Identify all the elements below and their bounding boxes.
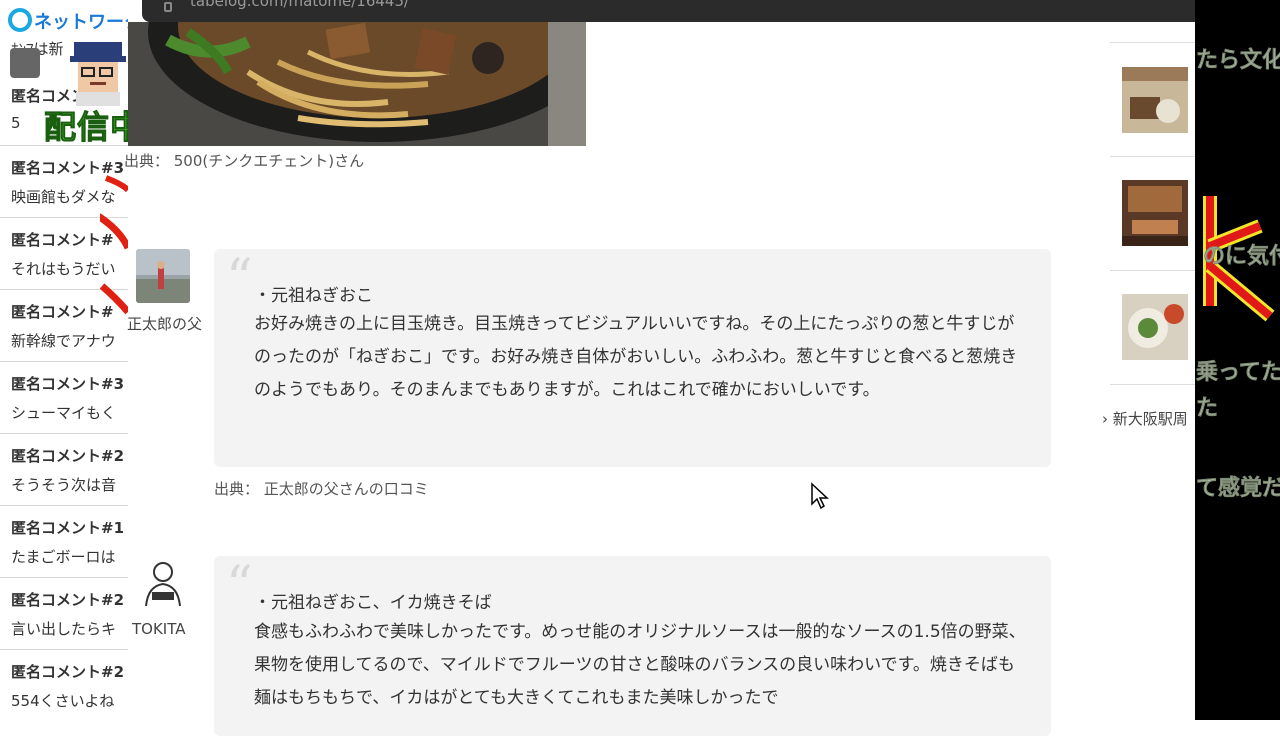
comment-author: 匿名コメント#2 — [11, 663, 125, 681]
comment-panel: ﾎﾝﾏは新 匿名コメント# 5 匿名コメント#3 映画館もダメな 匿名コメント#… — [0, 0, 128, 720]
sidebar-link[interactable]: › 新大阪駅周 — [1102, 408, 1188, 429]
quote-icon: “ — [226, 556, 253, 616]
sidebar-divider — [1110, 42, 1195, 43]
stream-logo: ネットワーク — [4, 4, 128, 36]
overlay-comment: た — [1196, 396, 1219, 422]
comment-text: そうそう次は音 — [11, 476, 117, 494]
user-avatar[interactable] — [136, 556, 190, 610]
streamer-avatar-icon — [70, 42, 126, 106]
review-title: ・元祖ねぎおこ — [254, 286, 373, 306]
live-badge: 配信中 — [43, 108, 128, 147]
review-quote-box: “ ・元祖ねぎおこ お好み焼きの上に目玉焼き。目玉焼きってビジュアルいいですね。… — [214, 249, 1051, 467]
overlay-comment: て感覚だ — [1196, 476, 1280, 502]
user-name[interactable]: TOKITA — [132, 620, 186, 638]
comment-item: 匿名コメント#2 言い出したらキ — [0, 578, 128, 650]
overlay-comment: 乗ってた — [1196, 360, 1280, 386]
sidebar-thumbnail[interactable] — [1122, 67, 1188, 133]
review-title: ・元祖ねぎおこ、イカ焼きそば — [254, 593, 492, 613]
sidebar-divider — [1110, 384, 1195, 385]
sidebar-divider — [1110, 156, 1195, 157]
mouse-cursor-icon — [811, 482, 829, 510]
sidebar-thumbnail[interactable] — [1122, 180, 1188, 246]
comment-text: 5 — [11, 114, 21, 132]
review-body: 食感もふわふわで美味しかったです。めっせ能のオリジナルソースは一般的なソースの1… — [254, 622, 1026, 708]
comment-text: 554くさいよね — [11, 692, 115, 710]
comment-text: シューマイもく — [11, 404, 117, 422]
review-quote-box: “ ・元祖ねぎおこ、イカ焼きそば 食感もふわふわで美味しかったです。めっせ能のオ… — [214, 556, 1051, 736]
comment-author: 匿名コメント# — [11, 231, 114, 249]
user-name[interactable]: 正太郎の父 — [127, 313, 202, 334]
webcam-icon — [10, 48, 40, 78]
review-body: お好み焼きの上に目玉焼き。目玉焼きってビジュアルいいですね。その上にたっぷりの葱… — [254, 314, 1018, 400]
overlay-comment: のに気付 — [1203, 244, 1280, 270]
comment-author: 匿名コメント# — [11, 303, 114, 321]
comment-text: たまごボーロは — [11, 548, 116, 566]
comment-author: 匿名コメント#2 — [11, 447, 125, 465]
sidebar-link-label: 新大阪駅周 — [1112, 410, 1188, 428]
url-text[interactable]: tabelog.com/matome/16445/ — [190, 0, 409, 10]
comment-text: 新幹線でアナウ — [11, 332, 116, 350]
red-swoosh-icon — [100, 175, 128, 315]
logo-text: ネットワーク — [34, 12, 128, 33]
comment-item: 匿名コメント#3 シューマイもく — [0, 362, 128, 434]
comment-item: 匿名コメント#2 そうそう次は音 — [0, 434, 128, 506]
comment-item: 匿名コメント#1 たまごボーロは — [0, 506, 128, 578]
sidebar-thumbnail[interactable] — [1122, 294, 1188, 360]
lock-icon — [164, 2, 172, 12]
comment-author: 匿名コメント#3 — [11, 375, 125, 393]
food-photo — [128, 22, 586, 146]
quote-icon: “ — [226, 249, 253, 309]
comment-author: 匿名コメント#1 — [11, 519, 125, 537]
review-source[interactable]: 出典： 正太郎の父さんの口コミ — [214, 478, 429, 499]
image-caption: 出典： 500(チンクエチェント)さん — [124, 152, 365, 170]
comment-item: 匿名コメント#2 554くさいよね — [0, 650, 128, 720]
logo-ring-icon — [8, 8, 32, 32]
overlay-comment: たら文化 — [1196, 48, 1280, 74]
comment-author: 匿名コメント#2 — [11, 591, 125, 609]
comment-text: 言い出したらキ — [11, 620, 117, 638]
user-avatar[interactable] — [136, 249, 190, 303]
chevron-right-icon: › — [1102, 410, 1113, 428]
